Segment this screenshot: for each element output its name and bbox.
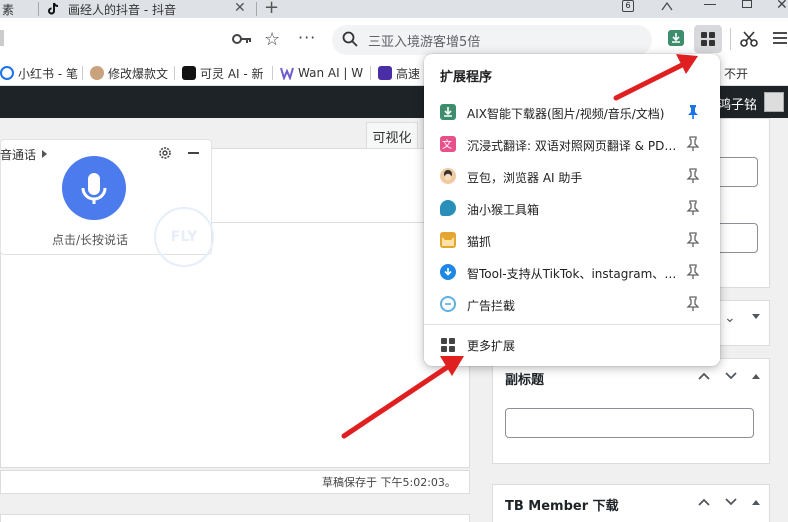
arrow-to-more-extensions [341,356,464,439]
arrow-to-extensions-button [613,54,698,101]
annotation-arrows [341,54,698,439]
